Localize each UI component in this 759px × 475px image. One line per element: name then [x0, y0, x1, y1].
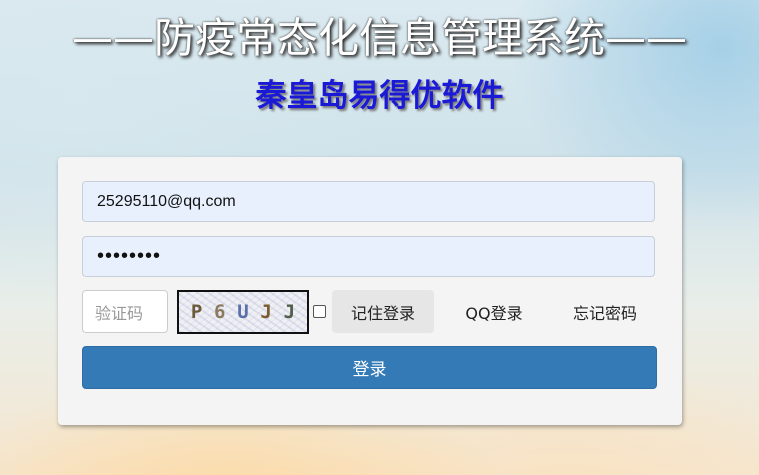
forgot-password-button[interactable]: 忘记密码 — [554, 290, 656, 333]
password-field[interactable]: •••••••• — [82, 236, 655, 277]
remember-checkbox[interactable] — [313, 305, 326, 318]
captcha-char: 6 — [214, 301, 226, 323]
remember-login-button[interactable]: 记住登录 — [332, 290, 434, 333]
login-panel: 25295110@qq.com •••••••• 验证码 P 6 U J J 记… — [58, 157, 682, 425]
captcha-char: J — [260, 301, 272, 323]
captcha-input[interactable]: 验证码 — [82, 290, 168, 333]
captcha-image[interactable]: P 6 U J J — [177, 290, 309, 334]
login-button[interactable]: 登录 — [82, 346, 657, 389]
page-title: ——防疫常态化信息管理系统—— — [72, 14, 687, 62]
email-field[interactable]: 25295110@qq.com — [82, 181, 655, 222]
captcha-char: J — [283, 301, 296, 323]
captcha-char: P — [190, 301, 203, 323]
qq-login-button[interactable]: QQ登录 — [444, 290, 544, 333]
company-name: 秦皇岛易得优软件 — [255, 78, 504, 114]
captcha-char: U — [237, 301, 249, 323]
